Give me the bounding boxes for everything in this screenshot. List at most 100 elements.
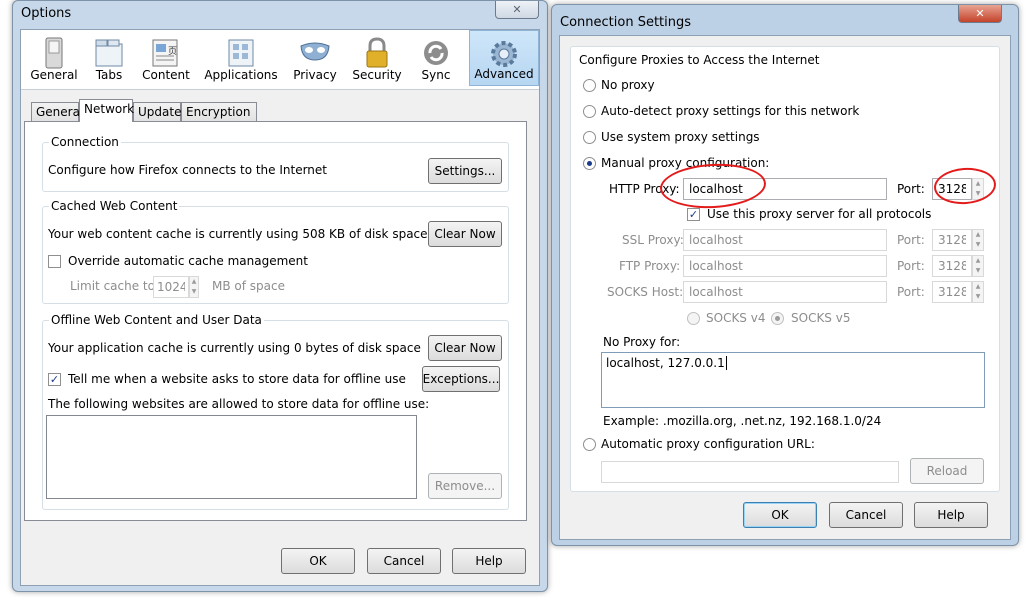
checkmark-icon: ✓	[688, 208, 699, 221]
auto-config-url-label[interactable]: Automatic proxy configuration URL:	[601, 437, 815, 451]
tab-network[interactable]: Network	[79, 99, 134, 122]
options-cancel-button[interactable]: Cancel	[367, 548, 441, 574]
category-general[interactable]: General	[25, 30, 83, 86]
spinner-down-icon: ▼	[975, 267, 981, 274]
manual-proxy-radio[interactable]	[583, 157, 596, 170]
category-tabs[interactable]: Tabs	[85, 30, 133, 86]
socks-port-label: Port:	[897, 285, 925, 299]
spinner-up-icon: ▲	[975, 257, 981, 264]
use-for-all-label[interactable]: Use this proxy server for all protocols	[707, 207, 931, 221]
advanced-tabs: General Network Update Encryption	[31, 99, 527, 122]
tab-update[interactable]: Update	[133, 102, 181, 122]
category-sync-label: Sync	[421, 68, 451, 82]
category-advanced-label: Advanced	[474, 67, 534, 81]
override-cache-checkbox[interactable]	[48, 255, 61, 268]
auto-config-url-input[interactable]	[601, 461, 899, 483]
tabs-icon	[95, 39, 123, 67]
override-cache-label[interactable]: Override automatic cache management	[68, 254, 308, 268]
switch-icon	[45, 37, 63, 69]
connection-cancel-button[interactable]: Cancel	[829, 502, 903, 528]
offline-clear-button[interactable]: Clear Now	[428, 335, 502, 361]
connection-help-button[interactable]: Help	[914, 502, 988, 528]
tell-me-label[interactable]: Tell me when a website asks to store dat…	[68, 372, 406, 386]
options-titlebar[interactable]: Options ✕	[13, 1, 547, 27]
category-toolbar: General Tabs 页 Content Applications Priv…	[21, 30, 539, 90]
options-close-button[interactable]: ✕	[495, 1, 539, 19]
spinner-up-icon: ▲	[975, 231, 981, 238]
spinner-down-icon: ▼	[975, 241, 981, 248]
remove-button[interactable]: Remove...	[428, 473, 502, 499]
tell-me-checkbox[interactable]: ✓	[48, 373, 61, 386]
category-privacy[interactable]: Privacy	[285, 30, 345, 86]
socks-v4-radio[interactable]	[687, 312, 700, 325]
lock-icon	[366, 37, 388, 68]
category-applications[interactable]: Applications	[199, 30, 283, 86]
options-help-button[interactable]: Help	[452, 548, 526, 574]
proxy-group-title: Configure Proxies to Access the Internet	[579, 53, 820, 67]
ssl-port-input[interactable]	[932, 229, 972, 251]
socks-port-spinner[interactable]: ▲ ▼	[972, 281, 984, 303]
ftp-port-input[interactable]	[932, 255, 972, 277]
gear-icon	[491, 41, 517, 67]
category-content-label: Content	[142, 68, 190, 82]
auto-detect-radio[interactable]	[583, 105, 596, 118]
no-proxy-for-value: localhost, 127.0.0.1	[606, 356, 725, 370]
limit-cache-unit: MB of space	[212, 279, 285, 293]
ftp-port-label: Port:	[897, 259, 925, 273]
no-proxy-example: Example: .mozilla.org, .net.nz, 192.168.…	[603, 414, 882, 428]
reload-button[interactable]: Reload	[910, 458, 984, 484]
options-ok-button[interactable]: OK	[281, 548, 355, 574]
allowed-sites-list[interactable]	[46, 415, 417, 499]
socks-port-input[interactable]	[932, 281, 972, 303]
no-proxy-label[interactable]: No proxy	[601, 78, 655, 92]
content-icon: 页	[152, 39, 178, 67]
auto-detect-label[interactable]: Auto-detect proxy settings for this netw…	[601, 104, 859, 118]
limit-cache-input[interactable]	[153, 276, 189, 298]
spinner-down-icon: ▼	[191, 288, 197, 295]
sync-icon	[424, 41, 448, 65]
exceptions-button[interactable]: Exceptions...	[422, 366, 500, 392]
limit-cache-spinner[interactable]: ▲ ▼	[189, 276, 199, 298]
offline-group: Offline Web Content and User Data Your a…	[42, 313, 509, 510]
connection-description: Configure how Firefox connects to the In…	[48, 163, 327, 177]
ssl-proxy-input[interactable]	[683, 229, 887, 251]
connection-titlebar[interactable]: Connection Settings ✕	[552, 5, 1018, 31]
options-client: General Tabs 页 Content Applications Priv…	[20, 29, 540, 586]
category-sync[interactable]: Sync	[409, 30, 463, 86]
category-security-label: Security	[352, 68, 402, 82]
cache-description: Your web content cache is currently usin…	[48, 227, 428, 241]
tab-encryption[interactable]: Encryption	[181, 102, 257, 122]
category-general-label: General	[30, 68, 78, 82]
cache-clear-button[interactable]: Clear Now	[428, 221, 502, 247]
ssl-port-spinner[interactable]: ▲ ▼	[972, 229, 984, 251]
offline-description: Your application cache is currently usin…	[48, 341, 421, 355]
category-privacy-label: Privacy	[293, 68, 337, 82]
socks-v5-label[interactable]: SOCKS v5	[791, 311, 850, 325]
connection-close-button[interactable]: ✕	[958, 5, 1002, 23]
cache-group: Cached Web Content Your web content cach…	[42, 199, 509, 304]
auto-config-url-radio[interactable]	[583, 438, 596, 451]
use-for-all-checkbox[interactable]: ✓	[687, 208, 700, 221]
close-icon: ✕	[975, 7, 985, 20]
socks-host-input[interactable]	[683, 281, 887, 303]
category-advanced[interactable]: Advanced	[469, 30, 539, 86]
offline-title: Offline Web Content and User Data	[49, 313, 264, 327]
system-proxy-radio[interactable]	[583, 131, 596, 144]
socks-v5-radio[interactable]	[771, 312, 784, 325]
spinner-up-icon: ▲	[975, 283, 981, 290]
category-applications-label: Applications	[204, 68, 278, 82]
system-proxy-label[interactable]: Use system proxy settings	[601, 130, 760, 144]
connection-ok-button[interactable]: OK	[743, 502, 817, 528]
no-proxy-for-textarea[interactable]: localhost, 127.0.0.1	[601, 352, 985, 408]
tab-general[interactable]: General	[31, 102, 83, 122]
ftp-port-spinner[interactable]: ▲ ▼	[972, 255, 984, 277]
no-proxy-radio[interactable]	[583, 79, 596, 92]
socks-v4-label[interactable]: SOCKS v4	[706, 311, 765, 325]
ssl-proxy-label: SSL Proxy:	[622, 233, 684, 247]
category-content[interactable]: 页 Content	[135, 30, 197, 86]
connection-settings-button[interactable]: Settings...	[428, 158, 502, 184]
category-security[interactable]: Security	[347, 30, 407, 86]
ftp-proxy-input[interactable]	[683, 255, 887, 277]
category-tabs-label: Tabs	[95, 68, 123, 82]
svg-text:页: 页	[168, 46, 177, 57]
